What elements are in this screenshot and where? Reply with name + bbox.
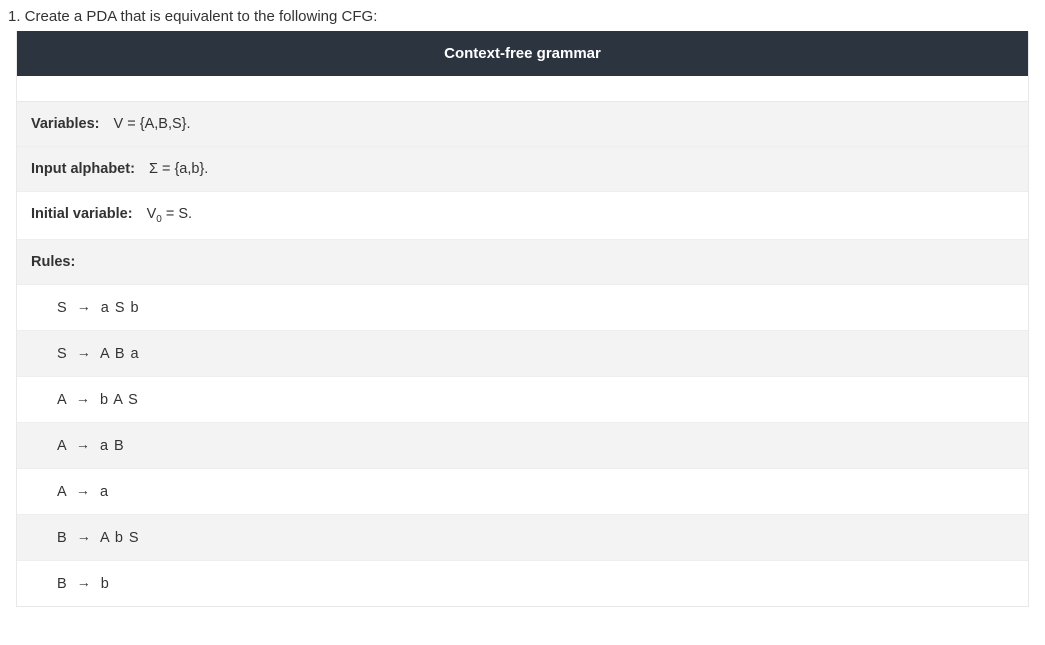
- variables-row: Variables: V = {A,B,S}.: [17, 102, 1028, 147]
- rule-rhs: A B a: [100, 346, 140, 362]
- arrow-icon: →: [77, 528, 92, 544]
- variables-value: V = {A,B,S}.: [114, 116, 191, 132]
- blank-row: [17, 76, 1028, 102]
- alphabet-row: Input alphabet: Σ = {a,b}.: [17, 147, 1028, 192]
- initial-prefix: V: [147, 206, 157, 222]
- rule-row: B → A b S: [17, 515, 1028, 561]
- arrow-icon: →: [76, 482, 91, 498]
- arrow-icon: →: [77, 574, 92, 590]
- rule-row: A → a B: [17, 423, 1028, 469]
- initial-variable-row: Initial variable: V0 = S.: [17, 192, 1028, 240]
- rule-lhs: S: [57, 300, 68, 316]
- alphabet-value: Σ = {a,b}.: [149, 161, 208, 177]
- rule-rhs: b A S: [100, 392, 139, 408]
- rule-lhs: A: [57, 392, 67, 408]
- initial-variable-value: V0 = S.: [147, 206, 192, 222]
- rule-rhs: A b S: [100, 530, 140, 546]
- question-prompt: 1. Create a PDA that is equivalent to th…: [0, 8, 1045, 31]
- rule-lhs: B: [57, 530, 68, 546]
- rule-row: A → b A S: [17, 377, 1028, 423]
- rule-row: A → a: [17, 469, 1028, 515]
- rules-header-row: Rules:: [17, 240, 1028, 285]
- rule-row: B → b: [17, 561, 1028, 606]
- rule-rhs: a: [100, 484, 109, 500]
- rules-label: Rules:: [31, 254, 75, 270]
- rule-row: S → A B a: [17, 331, 1028, 377]
- arrow-icon: →: [77, 344, 92, 360]
- arrow-icon: →: [77, 298, 92, 314]
- rule-lhs: B: [57, 576, 68, 592]
- rule-row: S → a S b: [17, 285, 1028, 331]
- rule-lhs: S: [57, 346, 68, 362]
- initial-suffix: = S.: [162, 206, 192, 222]
- table-header: Context-free grammar: [17, 31, 1028, 76]
- rule-lhs: A: [57, 484, 67, 500]
- arrow-icon: →: [76, 436, 91, 452]
- rule-rhs: a B: [100, 438, 125, 454]
- grammar-table: Context-free grammar Variables: V = {A,B…: [16, 31, 1029, 607]
- rule-lhs: A: [57, 438, 67, 454]
- alphabet-label: Input alphabet:: [31, 161, 135, 177]
- initial-variable-label: Initial variable:: [31, 206, 133, 222]
- rule-rhs: b: [101, 576, 110, 592]
- arrow-icon: →: [76, 390, 91, 406]
- variables-label: Variables:: [31, 116, 100, 132]
- rule-rhs: a S b: [101, 300, 140, 316]
